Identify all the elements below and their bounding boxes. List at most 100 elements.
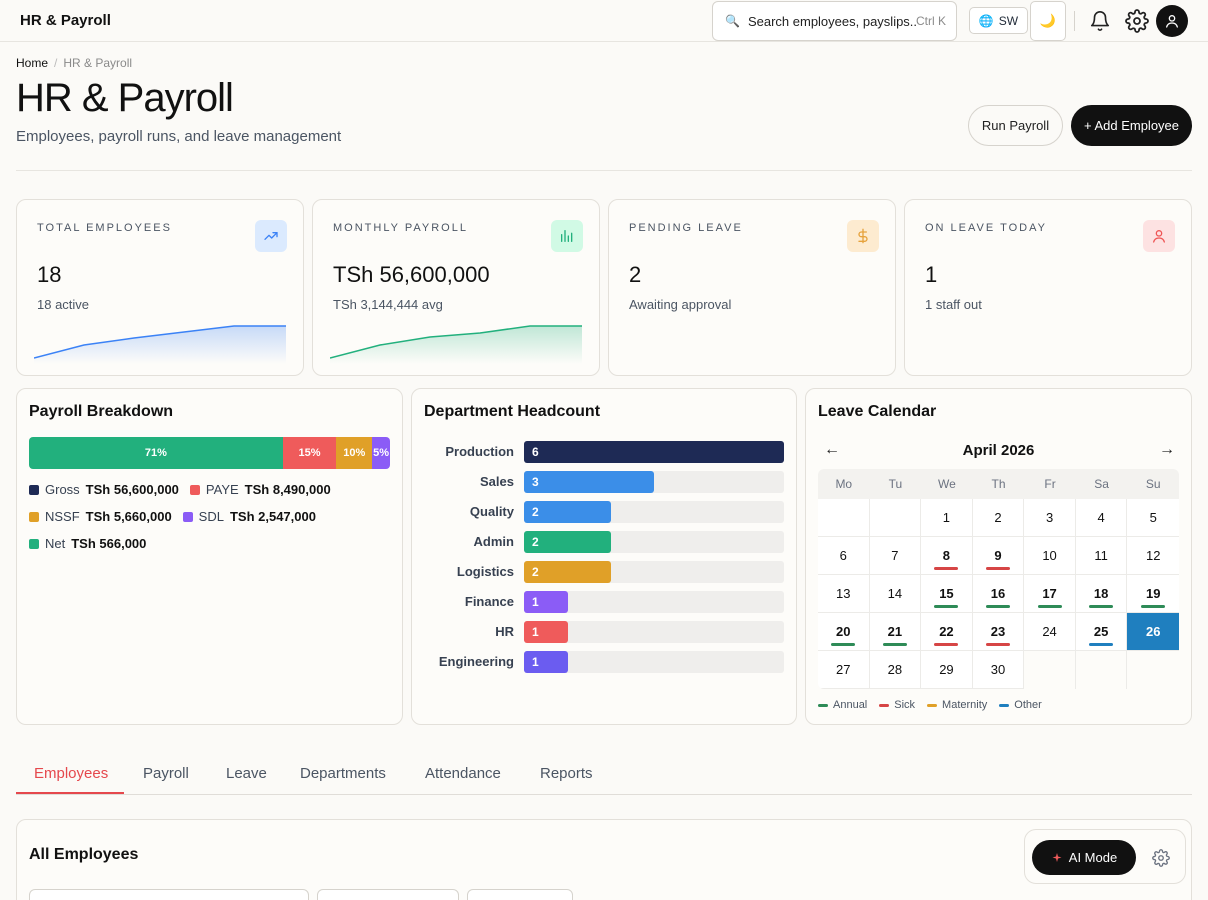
stat-label: PENDING LEAVE — [629, 222, 743, 234]
calendar-day[interactable]: 16 — [972, 575, 1025, 613]
panel-title: Leave Calendar — [818, 403, 937, 420]
headcount-row: HR 1 — [424, 621, 784, 643]
top-bar: HR & Payroll 🔍 Search employees, payslip… — [0, 0, 1208, 42]
weekday-label: Mo — [835, 477, 853, 491]
avatar[interactable] — [1156, 5, 1188, 37]
calendar-day[interactable]: 17 — [1024, 575, 1076, 613]
leave-marker — [934, 643, 959, 646]
headcount-track: 6 — [524, 441, 784, 463]
calendar-day[interactable]: 13 — [818, 575, 870, 613]
app-title[interactable]: HR & Payroll — [20, 12, 111, 29]
headcount-row: Quality 2 — [424, 501, 784, 523]
legend-gross: Gross TSh 56,600,000 — [29, 482, 179, 497]
calendar-day[interactable]: 8 — [921, 537, 973, 575]
employee-search-input[interactable] — [29, 889, 309, 900]
calendar-day[interactable]: 3 — [1024, 499, 1076, 537]
dollar-icon — [847, 220, 879, 252]
calendar-day[interactable]: 4 — [1075, 499, 1128, 537]
bell-icon[interactable] — [1089, 10, 1111, 32]
legend-other: Other — [999, 699, 1042, 711]
headcount-track: 1 — [524, 621, 784, 643]
gear-icon[interactable] — [1125, 9, 1149, 33]
calendar-day[interactable]: 27 — [818, 651, 870, 689]
weekday-label: Sa — [1094, 477, 1109, 491]
sparkline-payroll — [330, 325, 582, 364]
stat-card-total-employees: TOTAL EMPLOYEES 18 18 active — [16, 199, 304, 376]
calendar-prev-button[interactable]: ← — [824, 441, 840, 459]
calendar-days: 1 2 3 4 5 6 7 8 9 10 11 12 13 14 15 16 17 18 19 20 21 22 23 24 2… — [818, 499, 1179, 689]
calendar-day[interactable]: 25 — [1075, 613, 1128, 651]
theme-toggle-button[interactable]: 🌙 — [1030, 1, 1066, 41]
headcount-track: 3 — [524, 471, 784, 493]
payroll-stacked-bar: 71% 15% 10% 5% — [29, 437, 390, 469]
calendar-day[interactable]: 1 — [921, 499, 973, 537]
legend-row: Gross TSh 56,600,000 PAYE TSh 8,490,000 — [29, 482, 342, 497]
calendar-day[interactable]: 28 — [869, 651, 922, 689]
calendar-day[interactable]: 10 — [1024, 537, 1076, 575]
gear-icon[interactable] — [1152, 849, 1170, 867]
calendar-day[interactable]: 15 — [921, 575, 973, 613]
calendar-day[interactable]: 11 — [1075, 537, 1128, 575]
person-icon — [1143, 220, 1175, 252]
leave-marker — [934, 605, 959, 608]
stat-value: 1 — [925, 262, 938, 287]
leave-marker — [1089, 605, 1114, 608]
stat-label: TOTAL EMPLOYEES — [37, 222, 172, 234]
calendar-next-button[interactable]: → — [1159, 441, 1175, 459]
section-tabs: Employees Payroll Leave Departments Atte… — [16, 758, 1192, 795]
calendar-day[interactable]: 30 — [972, 651, 1025, 689]
breadcrumb-home[interactable]: Home — [16, 56, 48, 70]
stat-value: TSh 56,600,000 — [333, 262, 490, 287]
tab-reports[interactable]: Reports — [540, 765, 593, 782]
user-icon — [1166, 15, 1178, 28]
calendar-day[interactable]: 20 — [818, 613, 870, 651]
ai-toolbar: AI Mode — [1024, 829, 1186, 884]
department-label: HR — [495, 624, 514, 639]
stat-card-monthly-payroll: MONTHLY PAYROLL TSh 56,600,000 TSh 3,144… — [312, 199, 600, 376]
add-employee-button[interactable]: + Add Employee — [1071, 105, 1192, 146]
headcount-bar: 2 — [524, 531, 611, 553]
language-button[interactable]: 🌐 SW — [969, 7, 1028, 34]
status-filter[interactable] — [467, 889, 573, 900]
page-title: HR & Payroll — [16, 76, 234, 120]
calendar-day[interactable]: 14 — [869, 575, 922, 613]
calendar-day[interactable]: 7 — [869, 537, 922, 575]
calendar-day[interactable]: 9 — [972, 537, 1025, 575]
calendar-day[interactable]: 18 — [1075, 575, 1128, 613]
sparkle-icon — [1052, 852, 1062, 862]
calendar-day[interactable]: 26 — [1127, 613, 1179, 651]
ai-mode-button[interactable]: AI Mode — [1032, 840, 1136, 875]
headcount-row: Logistics 2 — [424, 561, 784, 583]
calendar-day[interactable]: 19 — [1127, 575, 1179, 613]
headcount-row: Finance 1 — [424, 591, 784, 613]
legend-row: NSSF TSh 5,660,000 SDL TSh 2,547,000 — [29, 509, 327, 524]
department-filter[interactable] — [317, 889, 459, 900]
tab-leave[interactable]: Leave — [226, 765, 267, 782]
search-input[interactable]: 🔍 Search employees, payslips... Ctrl K — [712, 1, 957, 41]
calendar-day[interactable]: 2 — [972, 499, 1025, 537]
leave-marker — [985, 605, 1010, 608]
weekday-label: Fr — [1044, 477, 1056, 491]
headcount-row: Production 6 — [424, 441, 784, 463]
headcount-track: 1 — [524, 591, 784, 613]
calendar-day[interactable]: 24 — [1024, 613, 1076, 651]
calendar-day[interactable]: 22 — [921, 613, 973, 651]
headcount-track: 2 — [524, 531, 784, 553]
panel-title: Department Headcount — [424, 403, 601, 420]
calendar-day[interactable]: 23 — [972, 613, 1025, 651]
headcount-bar: 2 — [524, 561, 611, 583]
stat-sub: Awaiting approval — [629, 297, 732, 312]
calendar-day[interactable]: 29 — [921, 651, 973, 689]
weekday-label: Tu — [888, 477, 903, 491]
tab-attendance[interactable]: Attendance — [425, 765, 501, 782]
department-label: Quality — [469, 504, 514, 519]
tab-employees[interactable]: Employees — [34, 765, 108, 782]
leave-marker — [934, 567, 959, 570]
calendar-day[interactable]: 6 — [818, 537, 870, 575]
run-payroll-button[interactable]: Run Payroll — [968, 105, 1063, 146]
tab-payroll[interactable]: Payroll — [143, 765, 189, 782]
calendar-day[interactable]: 12 — [1127, 537, 1179, 575]
calendar-day[interactable]: 21 — [869, 613, 922, 651]
tab-departments[interactable]: Departments — [300, 765, 386, 782]
calendar-day[interactable]: 5 — [1127, 499, 1179, 537]
